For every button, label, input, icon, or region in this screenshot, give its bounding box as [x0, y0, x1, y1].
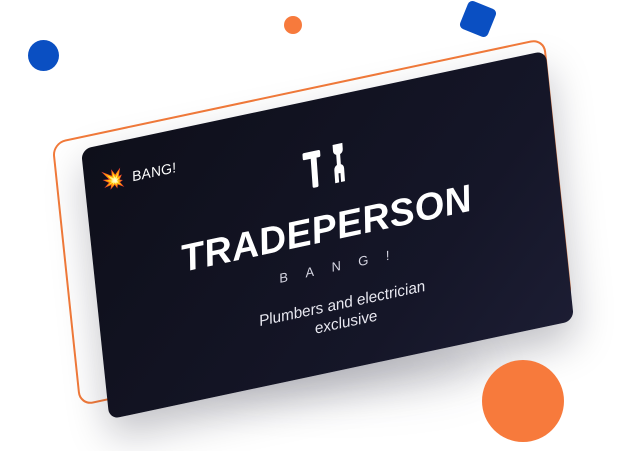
- decor-blue-diamond: [458, 0, 498, 39]
- tools-icon: [302, 142, 346, 188]
- decor-orange-dot-small: [284, 16, 302, 34]
- bang-badge: 💥 BANG!: [99, 158, 178, 193]
- badge-label: BANG!: [130, 159, 178, 185]
- decor-blue-dot: [28, 40, 59, 71]
- burst-icon: 💥: [99, 167, 127, 193]
- promo-stage: 💥 BANG! TRADEPERSON BANG! Plumbers and e…: [0, 0, 643, 451]
- promo-card: 💥 BANG! TRADEPERSON BANG! Plumbers and e…: [81, 50, 574, 420]
- decor-orange-dot-large: [482, 360, 564, 442]
